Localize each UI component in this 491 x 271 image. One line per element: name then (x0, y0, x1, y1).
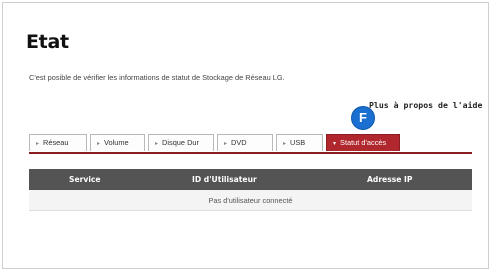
chevron-right-icon: ▸ (36, 141, 39, 147)
tab-bar: ▸Réseau ▸Volume ▸Disque Dur ▸DVD ▸USB ▾S… (29, 134, 472, 154)
column-header-user-id: ID d'Utilisateur (192, 169, 257, 190)
annotation-badge: F (352, 107, 374, 129)
tab-reseau[interactable]: ▸Réseau (29, 134, 87, 151)
chevron-right-icon: ▸ (155, 141, 158, 147)
chevron-right-icon: ▸ (97, 141, 100, 147)
tab-volume[interactable]: ▸Volume (90, 134, 145, 151)
page-description: C'est posible de vérifier les informatio… (29, 73, 285, 82)
chevron-down-icon: ▾ (333, 141, 336, 147)
tab-usb[interactable]: ▸USB (276, 134, 323, 151)
access-status-table: Service ID d'Utilisateur Adresse IP Pas … (29, 169, 472, 211)
column-header-ip-address: Adresse IP (367, 169, 412, 190)
chevron-right-icon: ▸ (224, 141, 227, 147)
chevron-right-icon: ▸ (283, 141, 286, 147)
table-row-empty: Pas d'utilisateur connecté (29, 190, 472, 211)
column-header-service: Service (69, 169, 101, 190)
tab-disque-dur[interactable]: ▸Disque Dur (148, 134, 214, 151)
tab-statut-acces[interactable]: ▾Statut d'accès (326, 134, 400, 151)
page-title: Etat (26, 31, 69, 53)
table-header: Service ID d'Utilisateur Adresse IP (29, 169, 472, 190)
help-link[interactable]: Plus à propos de l'aide (369, 100, 482, 110)
tab-dvd[interactable]: ▸DVD (217, 134, 273, 151)
